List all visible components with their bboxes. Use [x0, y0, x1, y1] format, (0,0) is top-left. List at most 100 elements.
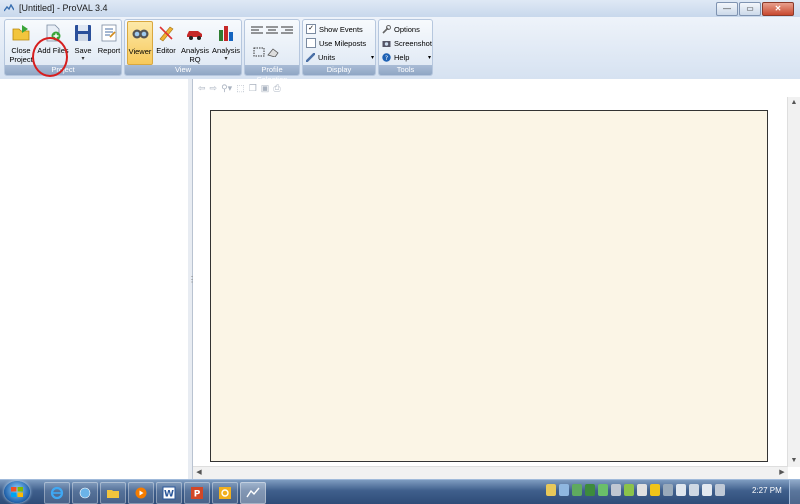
- screenshot-button[interactable]: Screenshot: [382, 37, 432, 49]
- units-dropdown[interactable]: Units ▾: [306, 51, 374, 63]
- splitter-grip-icon[interactable]: ⋮: [188, 274, 196, 286]
- viewer-toolbar: ⇦ ⇨ ⚲▾ ⬚ ❐ ▣ ⎙: [193, 79, 800, 97]
- save-image-icon[interactable]: ▣: [261, 83, 270, 94]
- tray-volume-icon[interactable]: [702, 484, 712, 496]
- editor-button[interactable]: Editor: [154, 21, 178, 65]
- viewer-button[interactable]: Viewer: [127, 21, 153, 65]
- windows-logo-icon: [11, 487, 23, 497]
- taskbar-powerpoint-button[interactable]: P: [184, 482, 210, 504]
- tray-wifi-icon[interactable]: [689, 484, 699, 496]
- window-controls: — ▭ ✕: [716, 2, 794, 16]
- screenshot-label: Screenshot: [394, 38, 432, 48]
- tray-device-icon[interactable]: [611, 484, 621, 496]
- select-box-icon[interactable]: [253, 47, 265, 57]
- zoom-icon[interactable]: ⚲▾: [221, 83, 232, 94]
- outlook-icon: [219, 487, 231, 499]
- tray-app-icon[interactable]: [624, 484, 634, 496]
- close-button[interactable]: ✕: [762, 2, 794, 16]
- save-dropdown-arrow[interactable]: ▾: [71, 55, 95, 62]
- tray-mail-icon[interactable]: [546, 484, 556, 496]
- analysis-rq-button[interactable]: Analysis RQ: [179, 21, 211, 65]
- print-icon[interactable]: ⎙: [273, 83, 280, 94]
- tray-extra-icon[interactable]: [715, 484, 725, 496]
- copy-icon[interactable]: ❐: [249, 83, 257, 94]
- scroll-left-icon[interactable]: ◀: [193, 467, 205, 479]
- ribbon: Close Project Add Files Save ▾ Report Pr…: [0, 17, 800, 84]
- start-button[interactable]: [4, 481, 30, 503]
- word-icon: W: [162, 486, 176, 500]
- taskbar-proval-button[interactable]: [240, 482, 266, 504]
- scroll-up-icon[interactable]: ▲: [788, 97, 800, 109]
- title-bar: [Untitled] - ProVAL 3.4 — ▭ ✕: [0, 0, 800, 18]
- tray-security-icon[interactable]: [585, 484, 595, 496]
- align-left-icon[interactable]: [251, 26, 263, 36]
- tray-update-icon[interactable]: [650, 484, 660, 496]
- tray-power-icon[interactable]: [676, 484, 686, 496]
- tray-network-icon[interactable]: [559, 484, 569, 496]
- taskbar-explorer-button[interactable]: [100, 482, 126, 504]
- taskbar-media-button[interactable]: [128, 482, 154, 504]
- system-tray: [546, 484, 725, 496]
- help-label: Help: [394, 52, 410, 62]
- report-button[interactable]: Report: [96, 21, 122, 65]
- tray-monitor-icon[interactable]: [572, 484, 582, 496]
- tray-flag-icon[interactable]: [637, 484, 647, 496]
- horizontal-scrollbar[interactable]: ◀ ▶: [193, 466, 788, 479]
- taskbar: W P 2:27 PM: [0, 479, 800, 504]
- align-center-icon[interactable]: [266, 26, 278, 36]
- media-player-icon: [135, 487, 147, 499]
- analysis-label: Analysis: [212, 46, 240, 55]
- taskbar-word-button[interactable]: W: [156, 482, 182, 504]
- view-group-label: View: [125, 65, 241, 75]
- vertical-scrollbar[interactable]: ▲ ▼: [787, 97, 800, 467]
- viewer-canvas-area[interactable]: [193, 97, 788, 467]
- scroll-down-icon[interactable]: ▼: [788, 455, 800, 467]
- show-desktop-button[interactable]: [789, 480, 800, 504]
- file-tree-panel[interactable]: [0, 79, 189, 479]
- view-group: Viewer Editor Analysis RQ Analysis ▾ Vie…: [124, 19, 242, 76]
- use-mileposts-checkbox[interactable]: Use Mileposts: [306, 37, 366, 49]
- display-group: ✓ Show Events Use Mileposts Units ▾ Disp…: [302, 19, 376, 76]
- scroll-right-icon[interactable]: ▶: [776, 467, 788, 479]
- taskbar-outlook-button[interactable]: [212, 482, 238, 504]
- close-project-button[interactable]: Close Project: [7, 21, 35, 65]
- taskbar-clock[interactable]: 2:27 PM: [752, 486, 782, 495]
- wrench-icon: [382, 24, 391, 34]
- analysis-dropdown-arrow[interactable]: ▾: [212, 55, 240, 62]
- svg-text:W: W: [164, 490, 174, 500]
- viewer-icon: [132, 29, 149, 39]
- eraser-icon[interactable]: [267, 47, 279, 57]
- camera-icon: [382, 40, 391, 47]
- units-label: Units: [318, 52, 336, 62]
- svg-text:?: ?: [385, 54, 388, 62]
- tray-bluetooth-icon[interactable]: [663, 484, 673, 496]
- internet-explorer-icon: [50, 486, 64, 500]
- units-dropdown-arrow: ▾: [370, 54, 374, 61]
- help-dropdown[interactable]: ? Help ▾: [382, 51, 431, 63]
- taskbar-app-button[interactable]: [72, 482, 98, 504]
- bar-chart-icon: [219, 26, 233, 41]
- align-right-icon[interactable]: [281, 26, 293, 36]
- analysis-rq-label: Analysis RQ: [181, 46, 209, 64]
- plot-area[interactable]: [210, 110, 768, 462]
- folder-close-icon: [12, 25, 30, 41]
- app-icon: [4, 4, 14, 12]
- svg-text:P: P: [194, 490, 201, 500]
- folder-icon: [107, 490, 119, 498]
- help-dropdown-arrow: ▾: [427, 54, 431, 61]
- save-icon: [75, 25, 91, 41]
- save-button[interactable]: Save ▾: [71, 21, 95, 65]
- zoom-fit-icon[interactable]: ⬚: [236, 83, 245, 94]
- taskbar-ie-button[interactable]: [44, 482, 70, 504]
- analysis-button[interactable]: Analysis ▾: [212, 21, 240, 65]
- show-events-checkbox[interactable]: ✓ Show Events: [306, 23, 363, 35]
- options-button[interactable]: Options: [382, 23, 420, 35]
- forward-arrow-icon[interactable]: ⇨: [210, 83, 218, 94]
- tray-signal-icon[interactable]: [598, 484, 608, 496]
- tools-group-label: Tools: [379, 65, 432, 75]
- minimize-button[interactable]: —: [716, 2, 738, 16]
- back-arrow-icon[interactable]: ⇦: [198, 83, 206, 94]
- window-title: [Untitled] - ProVAL 3.4: [19, 3, 108, 13]
- maximize-button[interactable]: ▭: [739, 2, 761, 16]
- use-mileposts-label: Use Mileposts: [319, 38, 367, 48]
